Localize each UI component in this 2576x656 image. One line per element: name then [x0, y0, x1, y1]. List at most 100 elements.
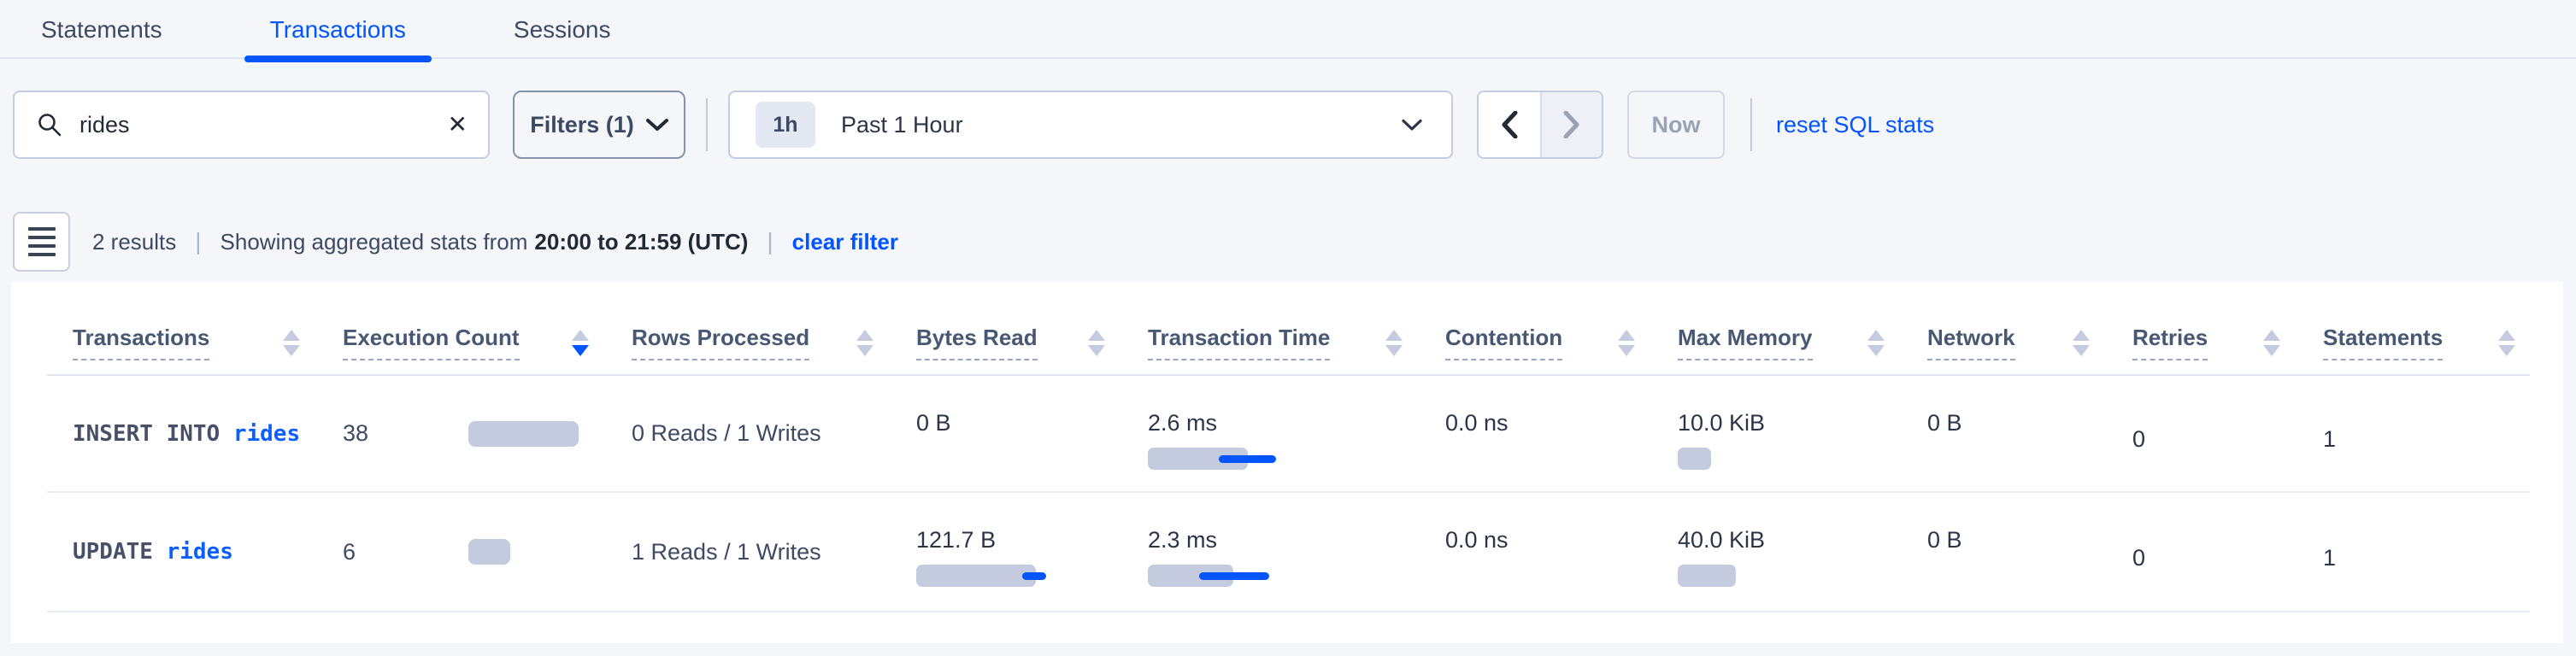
max-memory-value: 40.0 KiB: [1678, 527, 1927, 553]
header-network-label[interactable]: Network: [1927, 325, 2015, 360]
transaction-time-mean-line: [1219, 455, 1276, 463]
divider: |: [767, 228, 773, 255]
network-value: 0 B: [1927, 527, 2132, 553]
bytes-read-cell: 0 B: [916, 376, 1148, 491]
execution-count-cell: 6: [343, 493, 632, 611]
sort-icons[interactable]: [2498, 330, 2515, 356]
divider: [1750, 98, 1752, 151]
sort-icons[interactable]: [572, 330, 589, 356]
chevron-left-icon: [1501, 111, 1518, 138]
time-nav-arrows: [1477, 91, 1603, 159]
results-count: 2 results: [92, 229, 176, 255]
tab-sessions[interactable]: Sessions: [488, 0, 637, 59]
contention-value: 0.0 ns: [1445, 410, 1678, 436]
header-contention-label[interactable]: Contention: [1445, 325, 1562, 360]
sort-icons[interactable]: [1867, 330, 1885, 356]
header-contention: Contention: [1445, 325, 1678, 360]
aggregated-stats-range: 20:00 to 21:59 (UTC): [534, 229, 748, 255]
statements-value: 1: [2323, 426, 2336, 453]
header-bytes-read-label[interactable]: Bytes Read: [916, 325, 1038, 360]
table-row: UPDATE rides 6 1 Reads / 1 Writes 121.7 …: [47, 493, 2530, 612]
now-button[interactable]: Now: [1627, 91, 1725, 159]
execution-count-cell: 38: [343, 376, 632, 491]
header-retries-label[interactable]: Retries: [2132, 325, 2208, 360]
transaction-time-value: 2.6 ms: [1148, 410, 1445, 436]
search-clear-icon[interactable]: ✕: [448, 113, 468, 137]
header-transaction-time: Transaction Time: [1148, 325, 1445, 360]
header-rows-processed-label[interactable]: Rows Processed: [632, 325, 809, 360]
tab-statements[interactable]: Statements: [15, 0, 188, 59]
header-execution-count-label[interactable]: Execution Count: [343, 325, 520, 360]
execution-count-value: 38: [343, 420, 468, 447]
network-cell: 0 B: [1927, 376, 2132, 491]
active-tab-underline: [244, 56, 432, 62]
time-range-picker[interactable]: 1h Past 1 Hour: [728, 91, 1453, 159]
max-memory-bar: [1678, 448, 1711, 470]
header-execution-count: Execution Count: [343, 325, 632, 360]
filters-button[interactable]: Filters (1): [513, 91, 685, 159]
sort-icons[interactable]: [1088, 330, 1105, 356]
max-memory-cell: 40.0 KiB: [1678, 493, 1927, 611]
table-row: INSERT INTO rides 38 0 Reads / 1 Writes …: [47, 376, 2530, 493]
contention-value: 0.0 ns: [1445, 527, 1678, 553]
sql-statement: UPDATE: [73, 539, 167, 565]
header-retries: Retries: [2132, 325, 2323, 360]
bytes-read-value: 0 B: [916, 410, 1148, 436]
rows-processed-value: 0 Reads / 1 Writes: [632, 420, 821, 447]
aggregated-stats-text: Showing aggregated stats from: [221, 229, 528, 255]
transaction-time-mean-line: [1199, 572, 1269, 580]
sort-icons[interactable]: [1618, 330, 1635, 356]
header-transactions-label[interactable]: Transactions: [73, 325, 209, 360]
now-button-label: Now: [1652, 112, 1701, 138]
sort-icons[interactable]: [2073, 330, 2090, 356]
results-bar: 2 results | Showing aggregated stats fro…: [13, 212, 898, 272]
header-max-memory-label[interactable]: Max Memory: [1678, 325, 1813, 360]
bytes-read-bar: [916, 565, 1036, 587]
search-icon: [37, 112, 62, 138]
search-input[interactable]: [79, 112, 448, 138]
previous-interval-button[interactable]: [1479, 92, 1540, 157]
retries-cell: 0: [2132, 376, 2323, 491]
contention-cell: 0.0 ns: [1445, 376, 1678, 491]
table-name-link[interactable]: rides: [167, 539, 233, 565]
sql-activity-tabbar: Statements Transactions Sessions: [0, 0, 2576, 59]
bytes-read-mean-line: [1022, 572, 1046, 580]
divider: [706, 98, 708, 151]
rows-processed-value: 1 Reads / 1 Writes: [632, 539, 821, 565]
sort-icons[interactable]: [1385, 330, 1403, 356]
bytes-read-cell: 121.7 B: [916, 493, 1148, 611]
sort-icons[interactable]: [283, 330, 300, 356]
network-value: 0 B: [1927, 410, 2132, 436]
next-interval-button[interactable]: [1540, 92, 1602, 157]
sort-icons[interactable]: [856, 330, 873, 356]
sql-statement: INSERT INTO: [73, 421, 233, 447]
time-range-label: Past 1 Hour: [841, 112, 963, 138]
statements-cell: 1: [2323, 493, 2530, 611]
tab-transactions-label: Transactions: [270, 16, 406, 44]
header-transaction-time-label[interactable]: Transaction Time: [1148, 325, 1330, 360]
chevron-down-icon: [1402, 119, 1422, 132]
max-memory-bar: [1678, 565, 1736, 587]
transactions-table: Transactions Execution Count Rows Proces…: [47, 282, 2530, 612]
tab-sessions-label: Sessions: [514, 16, 611, 44]
sort-icons[interactable]: [2263, 330, 2280, 356]
network-cell: 0 B: [1927, 493, 2132, 611]
reset-sql-stats-link[interactable]: reset SQL stats: [1776, 112, 1934, 138]
column-selector-button[interactable]: [13, 212, 70, 272]
header-statements-label[interactable]: Statements: [2323, 325, 2443, 360]
contention-cell: 0.0 ns: [1445, 493, 1678, 611]
header-rows-processed: Rows Processed: [632, 325, 916, 360]
search-box: ✕: [13, 91, 490, 159]
transaction-time-cell: 2.3 ms: [1148, 493, 1445, 611]
controls-row: ✕ Filters (1) 1h Past 1 Hour Now rese: [13, 91, 1934, 159]
header-max-memory: Max Memory: [1678, 325, 1927, 360]
columns-icon: [28, 227, 56, 256]
transaction-time-cell: 2.6 ms: [1148, 376, 1445, 491]
rows-processed-cell: 0 Reads / 1 Writes: [632, 376, 916, 491]
retries-value: 0: [2132, 545, 2145, 571]
table-name-link[interactable]: rides: [233, 421, 300, 447]
retries-value: 0: [2132, 426, 2145, 453]
table-header-row: Transactions Execution Count Rows Proces…: [47, 282, 2530, 376]
tab-transactions[interactable]: Transactions: [244, 0, 432, 59]
clear-filter-link[interactable]: clear filter: [792, 229, 898, 255]
